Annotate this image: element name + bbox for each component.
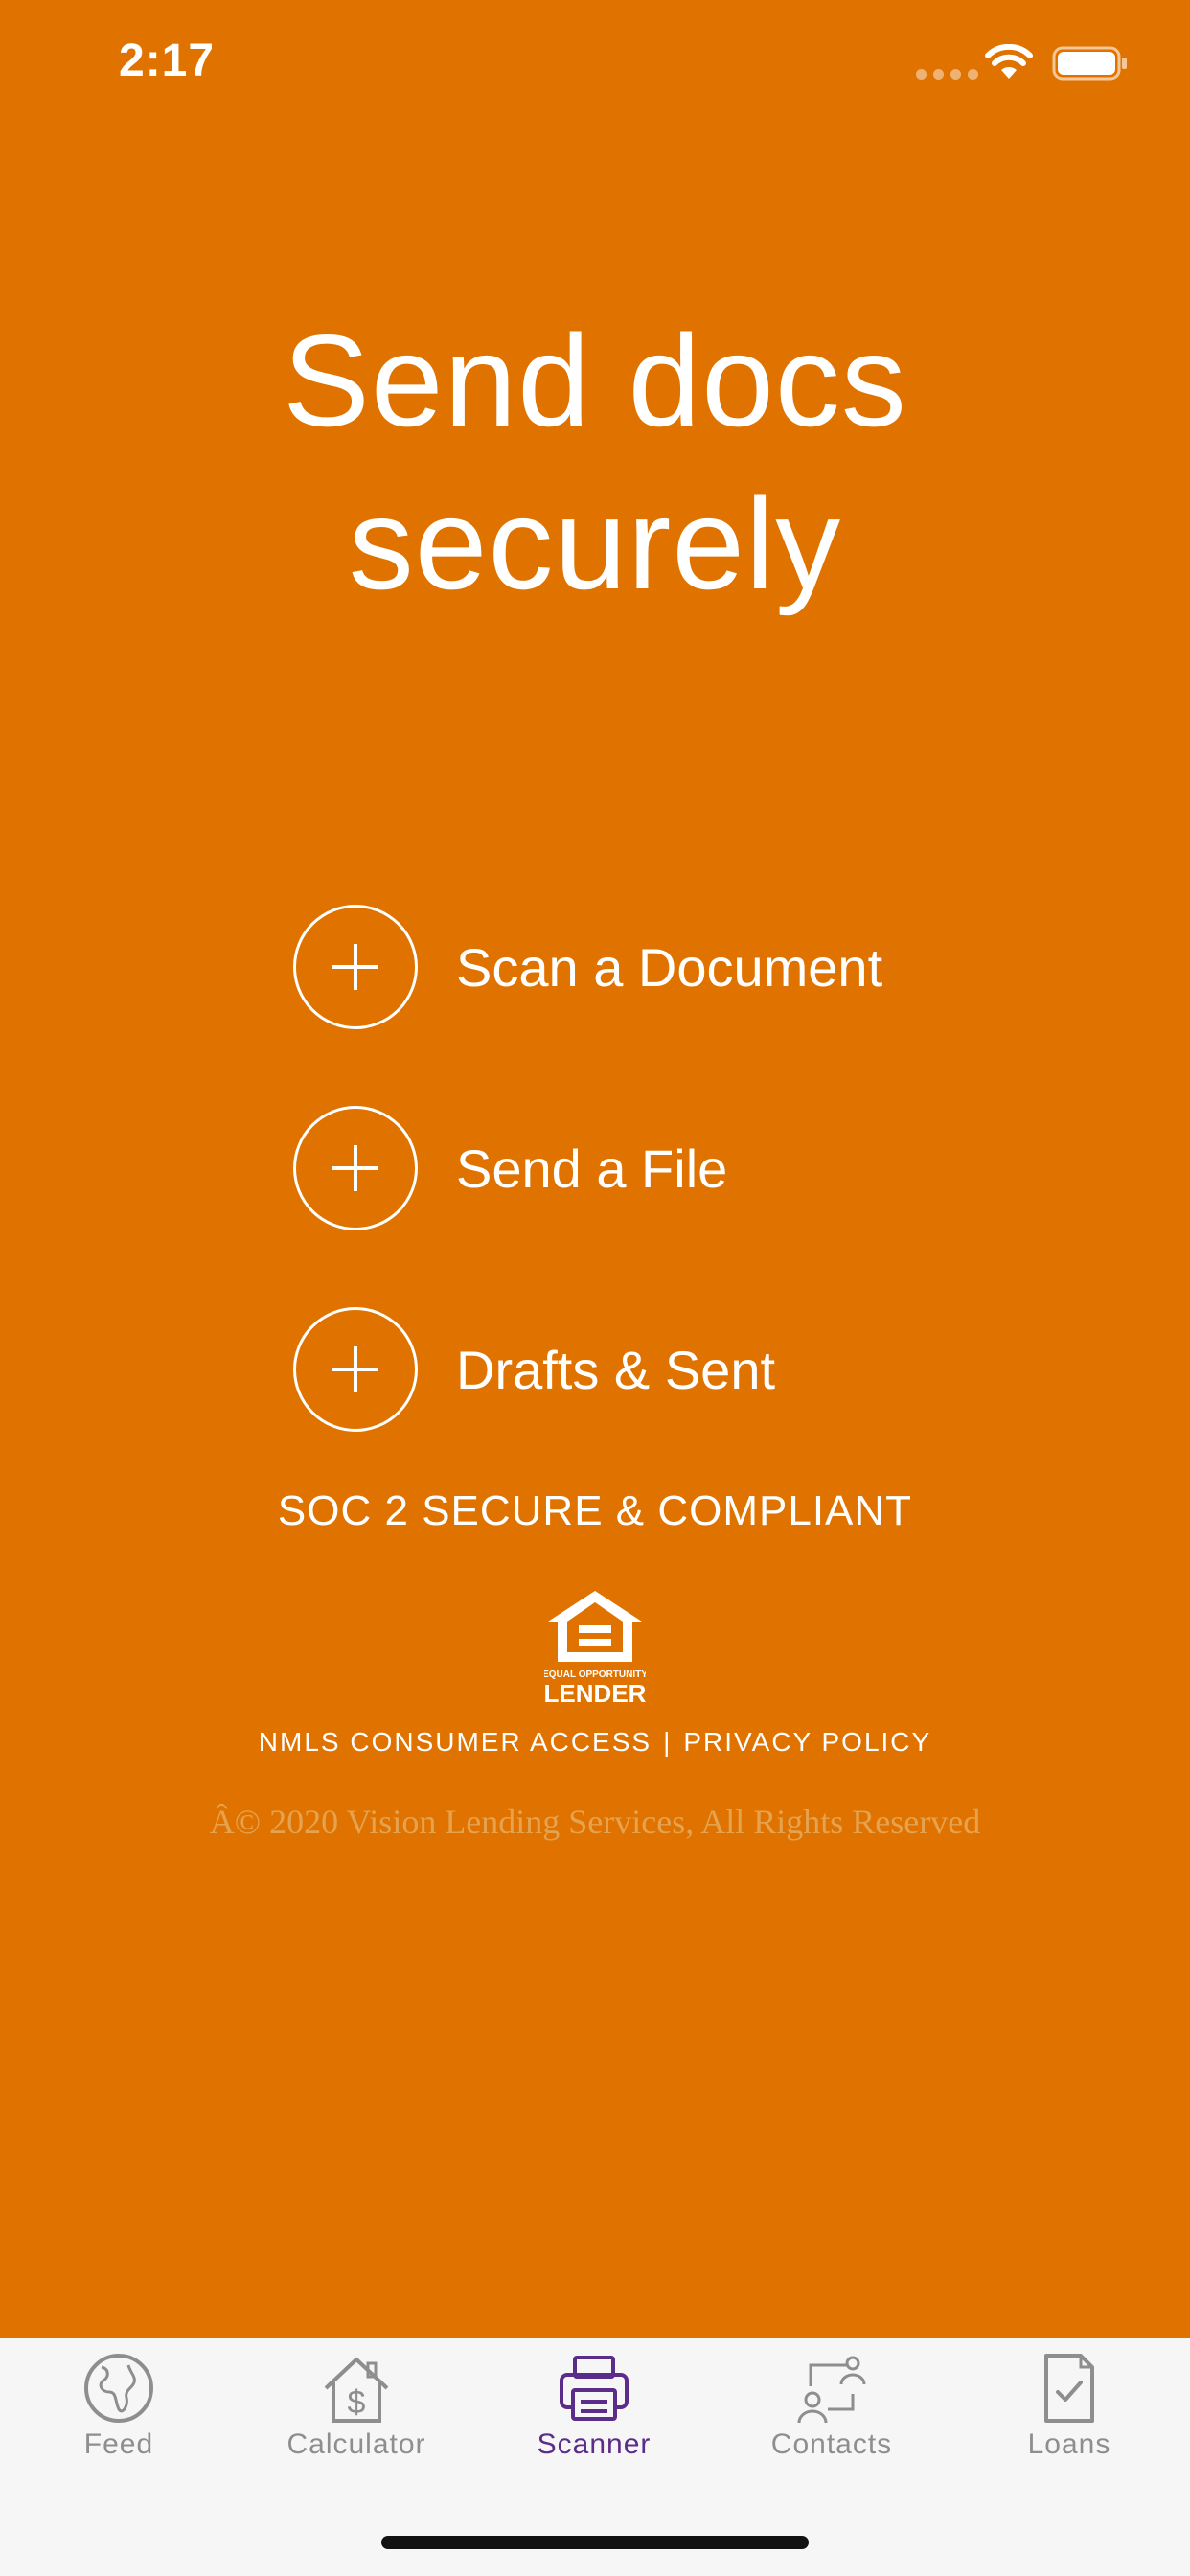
tab-feed-label: Feed [83,2428,154,2460]
page-title: Send docs securely [0,299,1190,625]
copyright-text: Â© 2020 Vision Lending Services, All Rig… [209,1803,981,1841]
footer-links: NMLS CONSUMER ACCESS | PRIVACY POLICY [0,1727,1190,1758]
house-dollar-icon: $ [324,2358,389,2423]
contacts-icon [797,2356,866,2424]
link-separator: | [663,1727,673,1757]
nmls-consumer-access-link[interactable]: NMLS CONSUMER ACCESS [259,1727,652,1757]
scanner-screen: 2:17 Send docs securely Scan a Document … [0,0,1190,2576]
status-time: 2:17 [119,35,216,86]
globe-icon [84,2354,153,2423]
tab-calculator[interactable]: $ Calculator [261,2352,452,2486]
svg-text:$: $ [348,2384,366,2421]
plus-circle-icon [293,905,418,1029]
page-title-line-1: Send docs [283,308,907,453]
tab-contacts-label: Contacts [770,2428,893,2460]
tab-scanner-label: Scanner [537,2428,652,2460]
plus-circle-icon [293,1307,418,1432]
scan-document-button[interactable]: Scan a Document [293,901,964,1033]
equal-housing-lender-logo: EQUAL OPPORTUNITY LENDER [544,1591,646,1706]
send-file-button[interactable]: Send a File [293,1102,964,1234]
home-indicator[interactable] [381,2536,809,2549]
document-check-icon [1044,2354,1094,2423]
plus-circle-icon [293,1106,418,1230]
cellular-signal-icon [916,69,978,80]
logo-large-text: LENDER [544,1679,646,1706]
soc-compliance-text: SOC 2 SECURE & COMPLIANT [277,1487,913,1534]
send-file-label: Send a File [456,1138,728,1199]
printer-icon [560,2356,629,2421]
drafts-sent-label: Drafts & Sent [456,1339,776,1400]
status-bar: 2:17 [0,0,1190,134]
tab-contacts[interactable]: Contacts [736,2352,927,2486]
tab-feed[interactable]: Feed [23,2352,215,2486]
battery-icon [1052,46,1127,80]
tab-loans-label: Loans [1027,2428,1111,2460]
tab-loans[interactable]: Loans [973,2352,1165,2486]
privacy-policy-link[interactable]: PRIVACY POLICY [683,1727,931,1757]
scan-document-label: Scan a Document [456,936,883,998]
tab-calculator-label: Calculator [286,2428,426,2460]
wifi-icon [985,44,1033,79]
drafts-sent-button[interactable]: Drafts & Sent [293,1303,964,1436]
page-title-line-2: securely [348,471,842,616]
tab-scanner[interactable]: Scanner [498,2352,690,2486]
